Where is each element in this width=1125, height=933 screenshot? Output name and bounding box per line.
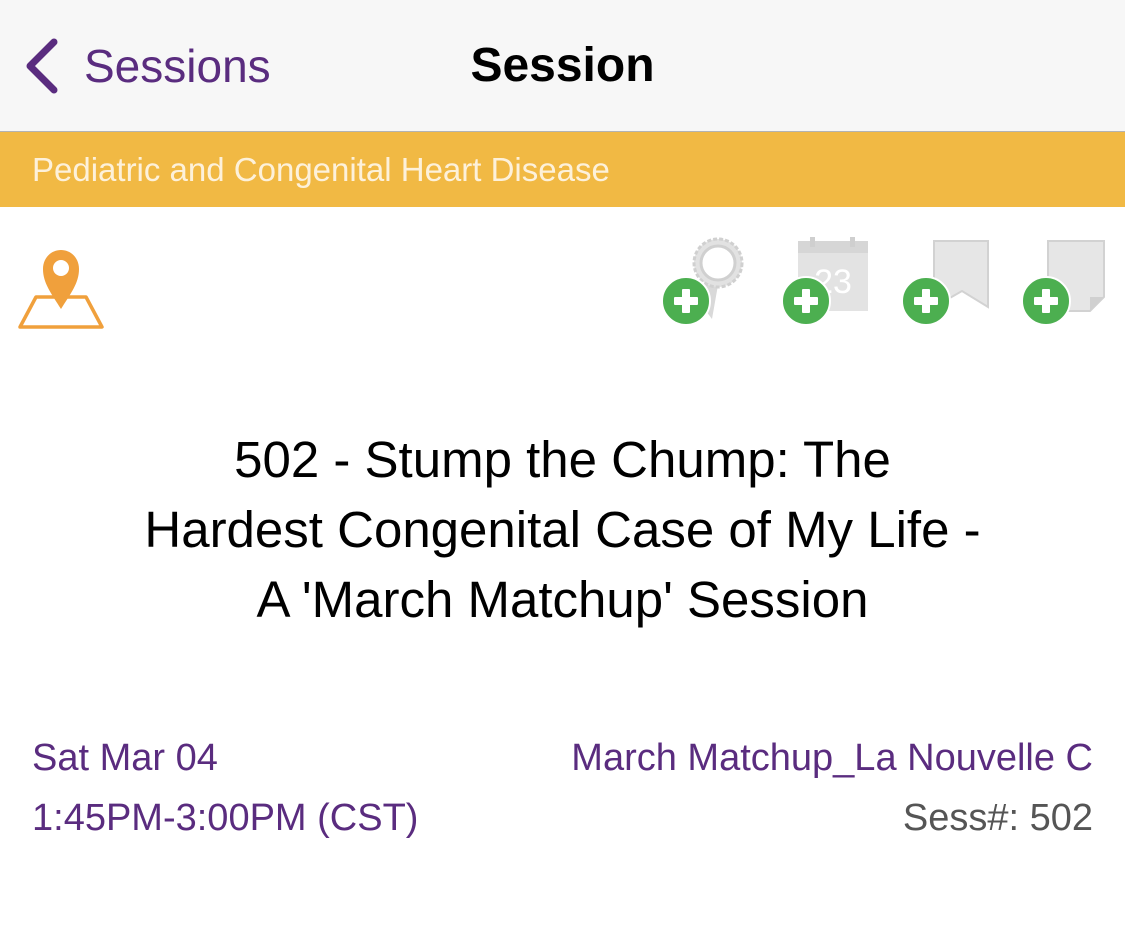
session-date: Sat Mar 04: [32, 737, 218, 779]
session-time: 1:45PM-3:00PM (CST): [32, 797, 419, 839]
session-location[interactable]: March Matchup_La Nouvelle C: [571, 736, 1093, 780]
plus-circle-icon: [661, 276, 711, 326]
category-banner: Pediatric and Congenital Heart Disease: [0, 132, 1125, 207]
add-to-calendar-button[interactable]: 23: [770, 235, 880, 327]
plus-circle-icon: [901, 276, 951, 326]
plus-circle-icon: [781, 276, 831, 326]
session-title-line: Hardest Congenital Case of My Life -: [144, 501, 981, 558]
session-title: 502 - Stump the Chump: The Hardest Conge…: [40, 425, 1085, 635]
navigation-bar: Sessions Session: [0, 0, 1125, 132]
add-bookmark-button[interactable]: [890, 235, 1000, 327]
session-number: Sess#: 502: [902, 797, 1093, 839]
session-title-line: A 'March Matchup' Session: [256, 571, 869, 628]
add-note-button[interactable]: [1010, 235, 1120, 327]
map-pin-icon[interactable]: [16, 239, 106, 331]
add-credit-button[interactable]: [650, 235, 760, 327]
plus-circle-icon: [1021, 276, 1071, 326]
session-title-line: 502 - Stump the Chump: The: [234, 431, 891, 488]
action-row: 23: [0, 207, 1125, 337]
category-label: Pediatric and Congenital Heart Disease: [32, 151, 610, 188]
page-title: Session: [470, 39, 655, 92]
